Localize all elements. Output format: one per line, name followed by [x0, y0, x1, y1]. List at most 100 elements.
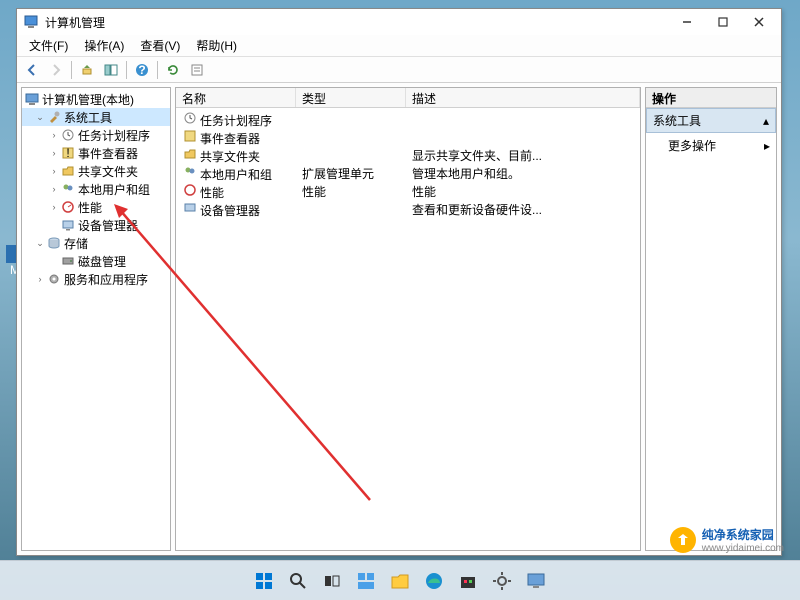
tree-label: 设备管理器 [78, 217, 138, 234]
computer-icon [24, 91, 40, 107]
tree-label: 计算机管理(本地) [42, 91, 134, 108]
menu-view[interactable]: 查看(V) [132, 35, 188, 56]
collapse-icon[interactable]: ⌄ [34, 237, 46, 249]
actions-pane: 操作 系统工具 ▴ 更多操作 ▸ [645, 87, 777, 551]
file-explorer-icon[interactable] [387, 568, 413, 594]
storage-icon [46, 235, 62, 251]
folder-share-icon [182, 146, 198, 162]
column-name[interactable]: 名称 [176, 88, 296, 107]
collapse-icon: ▴ [763, 114, 769, 128]
tree-storage[interactable]: ⌄ 存储 [22, 234, 170, 252]
toolbar-separator [71, 61, 72, 79]
list-item-performance[interactable]: 性能 性能 性能 [176, 182, 640, 200]
toolbar-separator [126, 61, 127, 79]
submenu-icon: ▸ [764, 139, 770, 153]
disk-icon [60, 253, 76, 269]
menu-file[interactable]: 文件(F) [21, 35, 76, 56]
collapse-icon[interactable]: ⌄ [34, 111, 46, 123]
refresh-button[interactable] [162, 59, 184, 81]
event-icon [182, 128, 198, 144]
expand-icon[interactable]: › [34, 273, 46, 285]
toolbar: ? [17, 57, 781, 83]
edge-icon[interactable] [421, 568, 447, 594]
list-item-shared-folders[interactable]: 共享文件夹 显示共享文件夹、目前... [176, 146, 640, 164]
store-icon[interactable] [455, 568, 481, 594]
app-icon [23, 14, 39, 30]
tree-label: 事件查看器 [78, 145, 138, 162]
expand-icon[interactable]: › [48, 201, 60, 213]
back-button[interactable] [21, 59, 43, 81]
expand-icon[interactable]: › [48, 147, 60, 159]
tools-icon [46, 109, 62, 125]
list-item-device-manager[interactable]: 设备管理器 查看和更新设备硬件设... [176, 200, 640, 218]
watermark: 纯净系统家园 www.yidaimei.com [664, 524, 790, 556]
clock-icon [182, 110, 198, 126]
computer-management-taskbar-icon[interactable] [523, 568, 549, 594]
properties-button[interactable] [186, 59, 208, 81]
menu-help[interactable]: 帮助(H) [188, 35, 245, 56]
event-icon: ! [60, 145, 76, 161]
device-icon [182, 200, 198, 216]
users-icon [60, 181, 76, 197]
services-icon [46, 271, 62, 287]
expand-icon[interactable]: › [48, 183, 60, 195]
start-button[interactable] [251, 568, 277, 594]
maximize-button[interactable] [705, 11, 741, 33]
tree-device-manager[interactable]: 设备管理器 [22, 216, 170, 234]
device-icon [60, 217, 76, 233]
svg-text:?: ? [138, 63, 145, 77]
watermark-url: www.yidaimei.com [702, 543, 784, 554]
list-pane: 名称 类型 描述 任务计划程序 事件查看器 共享文件夹 显示 [175, 87, 641, 551]
forward-button[interactable] [45, 59, 67, 81]
tree-disk-management[interactable]: 磁盘管理 [22, 252, 170, 270]
tree-task-scheduler[interactable]: › 任务计划程序 [22, 126, 170, 144]
clock-icon [60, 127, 76, 143]
tree-services-apps[interactable]: › 服务和应用程序 [22, 270, 170, 288]
tree-label: 性能 [78, 199, 102, 216]
tree-local-users[interactable]: › 本地用户和组 [22, 180, 170, 198]
tree-pane: 计算机管理(本地) ⌄ 系统工具 › 任务计划程序 › ! 事件查看器 [21, 87, 171, 551]
list-item-event-viewer[interactable]: 事件查看器 [176, 128, 640, 146]
menu-action[interactable]: 操作(A) [76, 35, 132, 56]
tree-label: 系统工具 [64, 109, 112, 126]
performance-icon [182, 182, 198, 198]
client-area: 计算机管理(本地) ⌄ 系统工具 › 任务计划程序 › ! 事件查看器 [17, 83, 781, 555]
computer-management-window: 计算机管理 文件(F) 操作(A) 查看(V) 帮助(H) ? 计算机管理(本地… [16, 8, 782, 556]
performance-icon [60, 199, 76, 215]
titlebar[interactable]: 计算机管理 [17, 9, 781, 35]
expand-icon[interactable]: › [48, 129, 60, 141]
close-button[interactable] [741, 11, 777, 33]
tree-event-viewer[interactable]: › ! 事件查看器 [22, 144, 170, 162]
column-desc[interactable]: 描述 [406, 88, 640, 107]
tree-label: 本地用户和组 [78, 181, 150, 198]
tree-label: 存储 [64, 235, 88, 252]
list-body: 任务计划程序 事件查看器 共享文件夹 显示共享文件夹、目前... 本地用户和组 … [176, 108, 640, 550]
tree-shared-folders[interactable]: › 共享文件夹 [22, 162, 170, 180]
widgets-icon[interactable] [353, 568, 379, 594]
column-type[interactable]: 类型 [296, 88, 406, 107]
expand-icon[interactable]: › [48, 165, 60, 177]
tree-label: 任务计划程序 [78, 127, 150, 144]
toolbar-separator [157, 61, 158, 79]
window-title: 计算机管理 [45, 14, 669, 31]
tree-system-tools[interactable]: ⌄ 系统工具 [22, 108, 170, 126]
folder-share-icon [60, 163, 76, 179]
tree-performance[interactable]: › 性能 [22, 198, 170, 216]
taskbar [0, 560, 800, 600]
minimize-button[interactable] [669, 11, 705, 33]
task-view-icon[interactable] [319, 568, 345, 594]
users-icon [182, 164, 198, 180]
list-item-local-users[interactable]: 本地用户和组 扩展管理单元 管理本地用户和组。 [176, 164, 640, 182]
tree-label: 服务和应用程序 [64, 271, 148, 288]
list-item-task-scheduler[interactable]: 任务计划程序 [176, 110, 640, 128]
search-icon[interactable] [285, 568, 311, 594]
actions-group-title[interactable]: 系统工具 ▴ [646, 108, 776, 133]
actions-more[interactable]: 更多操作 ▸ [646, 133, 776, 158]
help-button[interactable]: ? [131, 59, 153, 81]
settings-icon[interactable] [489, 568, 515, 594]
tree-root[interactable]: 计算机管理(本地) [22, 90, 170, 108]
tree-label: 磁盘管理 [78, 253, 126, 270]
show-hide-tree-button[interactable] [100, 59, 122, 81]
up-button[interactable] [76, 59, 98, 81]
svg-text:!: ! [66, 146, 69, 160]
